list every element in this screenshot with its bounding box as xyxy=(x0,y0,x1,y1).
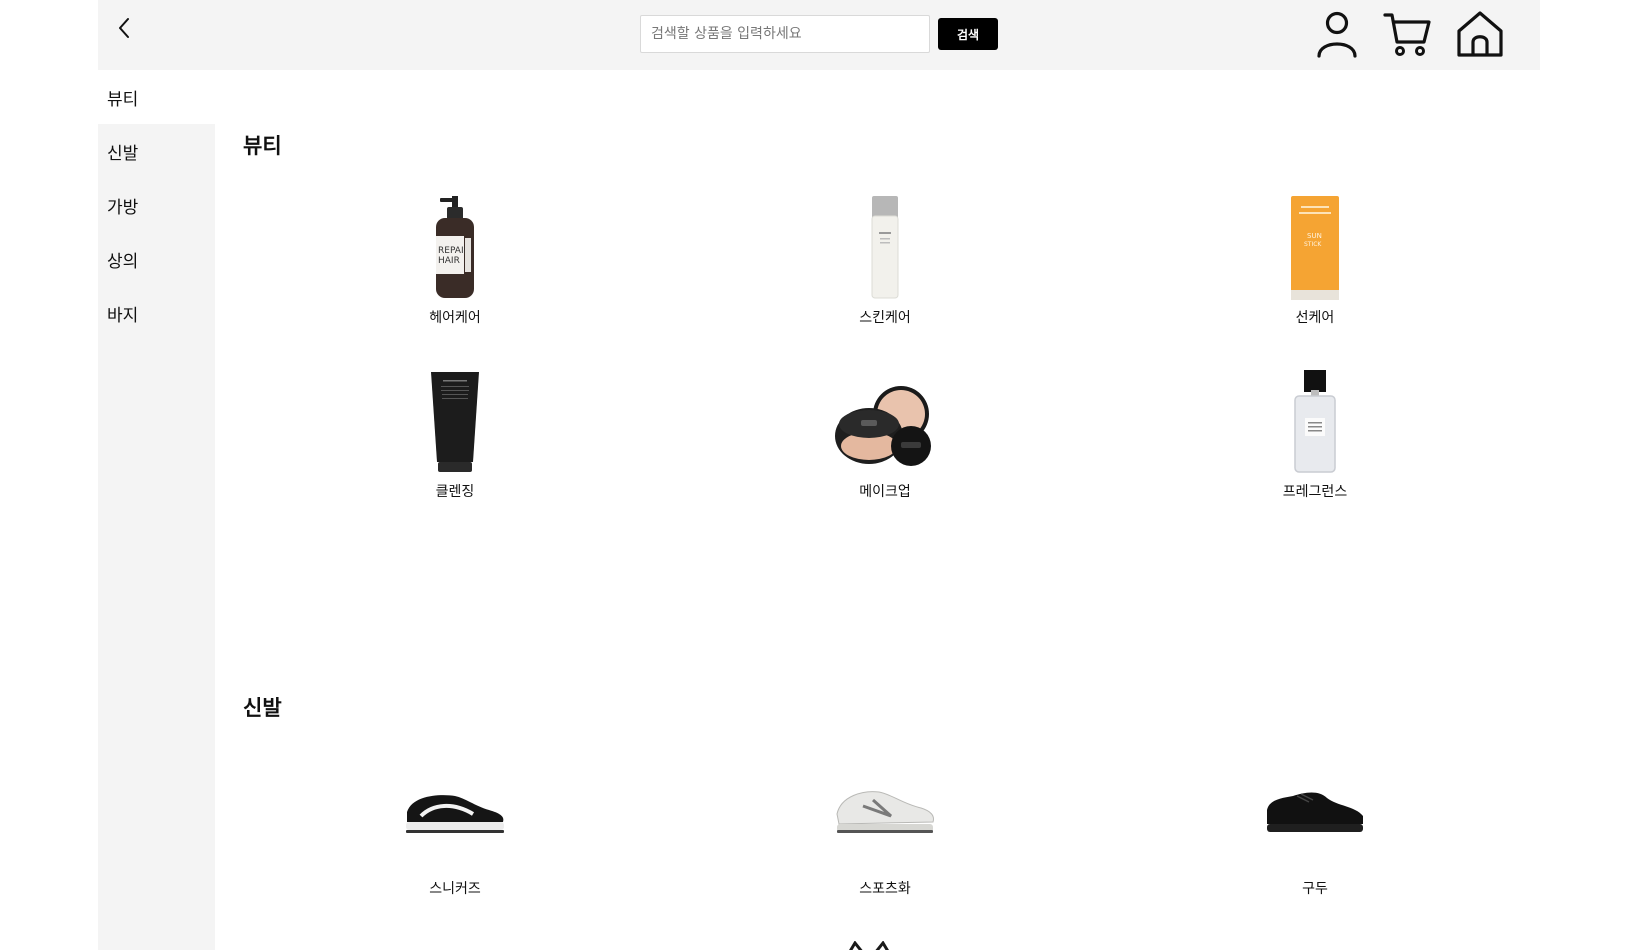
category-sidebar: 뷰티 신발 가방 상의 바지 xyxy=(98,70,215,950)
page-frame: 검색 뷰티 신발 가방 상의 바지 xyxy=(98,0,1540,950)
user-icon xyxy=(1317,11,1357,58)
product-label: 헤어케어 xyxy=(429,310,481,326)
perfume-bottle-image xyxy=(1185,362,1445,474)
product-label: 스포츠화 xyxy=(859,881,911,897)
search-input[interactable] xyxy=(640,15,930,53)
product-card[interactable]: SUN STICK 선케어 xyxy=(1185,188,1445,327)
cart-icon xyxy=(1383,13,1431,56)
product-card[interactable]: 메이크업 xyxy=(755,362,1015,501)
product-label: 클렌징 xyxy=(435,484,475,500)
sidebar-item-pants[interactable]: 바지 xyxy=(98,286,215,340)
cart-button[interactable] xyxy=(1381,8,1433,60)
home-button[interactable] xyxy=(1454,8,1506,60)
shampoo-label-text-2: HAIR xyxy=(438,256,460,266)
sneaker-image xyxy=(325,776,585,846)
toner-bottle-image xyxy=(755,188,1015,300)
product-card[interactable]: REPAIR HAIR 헤어케어 xyxy=(325,188,585,327)
product-card[interactable]: 프레그런스 xyxy=(1185,362,1445,501)
sunstick-label-text-2: STICK xyxy=(1304,241,1322,248)
product-label: 메이크업 xyxy=(859,484,911,500)
dress-shoe-image xyxy=(1185,776,1445,846)
back-button[interactable] xyxy=(110,12,138,44)
product-label: 스킨케어 xyxy=(859,310,911,326)
product-card[interactable]: 클렌징 xyxy=(325,362,585,501)
product-card[interactable]: 구두 xyxy=(1185,776,1445,898)
sports-shoe-image xyxy=(755,776,1015,846)
product-label: 프레그런스 xyxy=(1282,484,1348,500)
sun-stick-image: SUN STICK xyxy=(1185,188,1445,300)
product-label: 선케어 xyxy=(1295,310,1335,326)
back-arrow-icon xyxy=(119,18,129,38)
bag-strap-image xyxy=(845,938,893,950)
account-button[interactable] xyxy=(1311,8,1363,60)
section-title-beauty: 뷰티 xyxy=(243,134,282,158)
section-title-shoes: 신발 xyxy=(243,696,282,720)
sidebar-item-tops[interactable]: 상의 xyxy=(98,232,215,286)
product-card[interactable]: 스니커즈 xyxy=(325,776,585,898)
sunstick-label-text-1: SUN xyxy=(1307,232,1322,240)
search-button[interactable]: 검색 xyxy=(938,18,998,50)
product-card[interactable]: 스킨케어 xyxy=(755,188,1015,327)
sidebar-item-shoes[interactable]: 신발 xyxy=(98,124,215,178)
top-header: 검색 xyxy=(98,0,1540,70)
sidebar-item-bags[interactable]: 가방 xyxy=(98,178,215,232)
sidebar-item-beauty[interactable]: 뷰티 xyxy=(98,70,215,124)
product-label: 구두 xyxy=(1302,881,1328,897)
cleansing-tube-image xyxy=(325,362,585,474)
product-card[interactable]: 스포츠화 xyxy=(755,776,1015,898)
product-label: 스니커즈 xyxy=(429,881,481,897)
cushion-compact-image xyxy=(755,362,1015,474)
shampoo-bottle-image: REPAIR HAIR xyxy=(325,188,585,300)
home-icon xyxy=(1457,11,1503,57)
